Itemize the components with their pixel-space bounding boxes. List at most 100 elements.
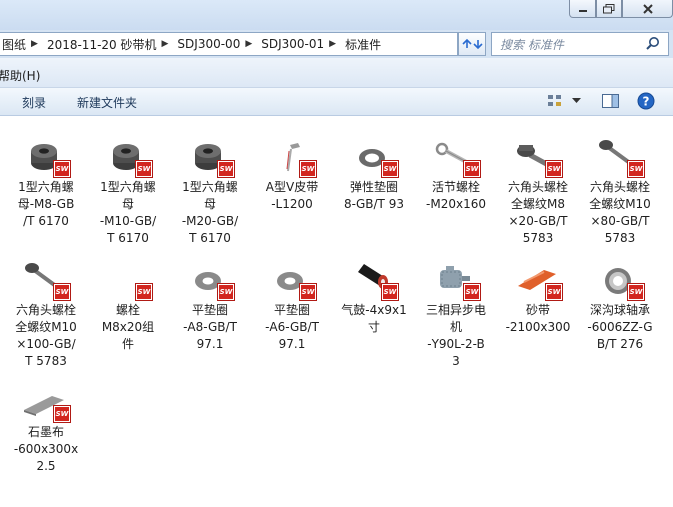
breadcrumb-sdj300-00[interactable]: SDJ300-00 (174, 37, 243, 51)
flat-washer-thumbnail: SW (268, 260, 316, 300)
motor-thumbnail: SW (432, 260, 480, 300)
hex-bolt-thumbnail: SW (514, 137, 562, 177)
file-item[interactable]: SW 活节螺栓 -M20x160 (415, 137, 497, 213)
solidworks-badge-icon: SW (136, 284, 152, 300)
svg-text:?: ? (643, 95, 650, 109)
v-belt-thumbnail: SW (268, 137, 316, 177)
search-input[interactable]: 搜索 标准件 (492, 36, 644, 53)
file-name: A型V皮带 -L1200 (265, 180, 319, 211)
spring-washer-thumbnail: SW (350, 137, 398, 177)
bearing-thumbnail: SW (596, 260, 644, 300)
solidworks-badge-icon: SW (382, 161, 398, 177)
file-item[interactable]: SW 1型六角螺 母-M8-GB /T 6170 (5, 137, 87, 230)
file-name: 活节螺栓 -M20x160 (426, 180, 486, 211)
file-item[interactable]: SW 三相异步电 机 -Y90L-2-B 3 (415, 260, 497, 370)
file-item[interactable]: SW 1型六角螺 母 -M20-GB/ T 6170 (169, 137, 251, 247)
solidworks-badge-icon: SW (218, 161, 234, 177)
chevron-right-icon[interactable]: ▶ (327, 39, 342, 49)
solidworks-badge-icon: SW (546, 284, 562, 300)
solidworks-badge-icon: SW (54, 161, 70, 177)
file-name: 气鼓-4x9x1 寸 (341, 303, 407, 334)
file-item[interactable]: SW 石墨布 -600x300x 2.5 (5, 382, 87, 475)
chevron-down-icon[interactable] (572, 98, 581, 104)
hex-nut-thumbnail: SW (186, 137, 234, 177)
menu-bar: 帮助(H) (0, 58, 673, 88)
file-item[interactable]: SW 深沟球轴承 -6006ZZ-G B/T 276 (579, 260, 661, 353)
file-item[interactable]: SW 六角头螺栓 全螺纹M10 ×100-GB/ T 5783 (5, 260, 87, 370)
minimize-button[interactable] (569, 0, 596, 18)
file-name: 六角头螺栓 全螺纹M8 ×20-GB/T 5783 (507, 180, 568, 245)
hex-nut-thumbnail: SW (104, 137, 152, 177)
chevron-right-icon[interactable]: ▶ (243, 39, 258, 49)
file-name: 弹性垫圈 8-GB/T 93 (344, 180, 404, 211)
eye-bolt-thumbnail: SW (432, 137, 480, 177)
close-button[interactable] (622, 0, 673, 18)
file-item[interactable]: SW 六角头螺栓 全螺纹M10 ×80-GB/T 5783 (579, 137, 661, 247)
file-name: 深沟球轴承 -6006ZZ-G B/T 276 (587, 303, 653, 351)
minimize-icon (578, 9, 587, 12)
breadcrumb-sdj300-01[interactable]: SDJ300-01 (258, 37, 327, 51)
file-item[interactable]: SW 弹性垫圈 8-GB/T 93 (333, 137, 415, 213)
file-item[interactable]: SW 螺栓 M8x20组 件 (87, 260, 169, 353)
help-icon[interactable]: ? (637, 92, 655, 110)
file-item[interactable]: SW 平垫圈 -A8-GB/T 97.1 (169, 260, 251, 353)
burn-button[interactable]: 刻录 (22, 94, 46, 111)
menu-help[interactable]: 帮助(H) (0, 67, 40, 84)
file-list: SW 1型六角螺 母-M8-GB /T 6170 SW 1型六角螺 母 -M10-GB… (0, 117, 673, 507)
solidworks-badge-icon: SW (382, 284, 398, 300)
file-item[interactable]: SW 1型六角螺 母 -M10-GB/ T 6170 (87, 137, 169, 247)
address-bar[interactable]: 图纸 ▶ 2018-11-20 砂带机 ▶ SDJ300-00 ▶ SDJ300… (0, 32, 458, 56)
refresh-button[interactable] (458, 32, 486, 56)
file-name: 螺栓 M8x20组 件 (101, 303, 155, 351)
file-name: 石墨布 -600x300x 2.5 (13, 425, 79, 473)
file-item[interactable]: SW 六角头螺栓 全螺纹M8 ×20-GB/T 5783 (497, 137, 579, 247)
solidworks-badge-icon: SW (628, 284, 644, 300)
long-bolt-thumbnail: SW (22, 260, 70, 300)
title-bar (0, 0, 673, 30)
file-name: 平垫圈 -A8-GB/T 97.1 (183, 303, 237, 351)
solidworks-badge-icon: SW (54, 284, 70, 300)
solidworks-badge-icon: SW (464, 161, 480, 177)
breadcrumb-drawings[interactable]: 图纸 (0, 36, 29, 53)
sand-belt-thumbnail: SW (514, 260, 562, 300)
file-item[interactable]: SW 砂带 -2100x300 (497, 260, 579, 336)
solidworks-badge-icon: SW (136, 161, 152, 177)
close-icon (642, 3, 653, 14)
graphite-cloth-thumbnail: SW (22, 382, 70, 422)
file-name: 砂带 -2100x300 (505, 303, 571, 334)
file-item[interactable]: SW 气鼓-4x9x1 寸 (333, 260, 415, 336)
refresh-icon (462, 38, 483, 50)
solidworks-badge-icon: SW (628, 161, 644, 177)
file-name: 1型六角螺 母-M8-GB /T 6170 (17, 180, 75, 228)
file-name: 平垫圈 -A6-GB/T 97.1 (265, 303, 319, 351)
toolbar: 刻录 新建文件夹 ? (0, 88, 673, 116)
maximize-icon (603, 3, 615, 13)
file-name: 三相异步电 机 -Y90L-2-B 3 (425, 303, 486, 368)
solidworks-badge-icon: SW (464, 284, 480, 300)
file-name: 1型六角螺 母 -M20-GB/ T 6170 (181, 180, 239, 245)
breadcrumb-project[interactable]: 2018-11-20 砂带机 (44, 36, 160, 53)
solidworks-badge-icon: SW (300, 161, 316, 177)
file-item[interactable]: SW 平垫圈 -A6-GB/T 97.1 (251, 260, 333, 353)
solidworks-badge-icon: SW (54, 406, 70, 422)
chevron-right-icon[interactable]: ▶ (29, 39, 44, 49)
file-item[interactable]: SW A型V皮带 -L1200 (251, 137, 333, 213)
search-icon[interactable] (644, 36, 664, 52)
search-box[interactable]: 搜索 标准件 (491, 32, 669, 56)
solidworks-badge-icon: SW (546, 161, 562, 177)
solidworks-badge-icon: SW (218, 284, 234, 300)
new-folder-button[interactable]: 新建文件夹 (77, 94, 137, 111)
breadcrumb-standard-parts[interactable]: 标准件 (342, 36, 384, 53)
file-name: 六角头螺栓 全螺纹M10 ×80-GB/T 5783 (589, 180, 651, 245)
long-bolt-thumbnail: SW (596, 137, 644, 177)
view-options-icon[interactable] (547, 93, 563, 109)
drum-thumbnail: SW (350, 260, 398, 300)
flat-washer-thumbnail: SW (186, 260, 234, 300)
file-name: 六角头螺栓 全螺纹M10 ×100-GB/ T 5783 (15, 303, 77, 368)
solidworks-badge-icon: SW (300, 284, 316, 300)
preview-pane-icon[interactable] (602, 93, 620, 109)
address-row: 图纸 ▶ 2018-11-20 砂带机 ▶ SDJ300-00 ▶ SDJ300… (0, 30, 673, 58)
chevron-right-icon[interactable]: ▶ (160, 39, 175, 49)
maximize-button[interactable] (596, 0, 622, 18)
file-name: 1型六角螺 母 -M10-GB/ T 6170 (99, 180, 157, 245)
